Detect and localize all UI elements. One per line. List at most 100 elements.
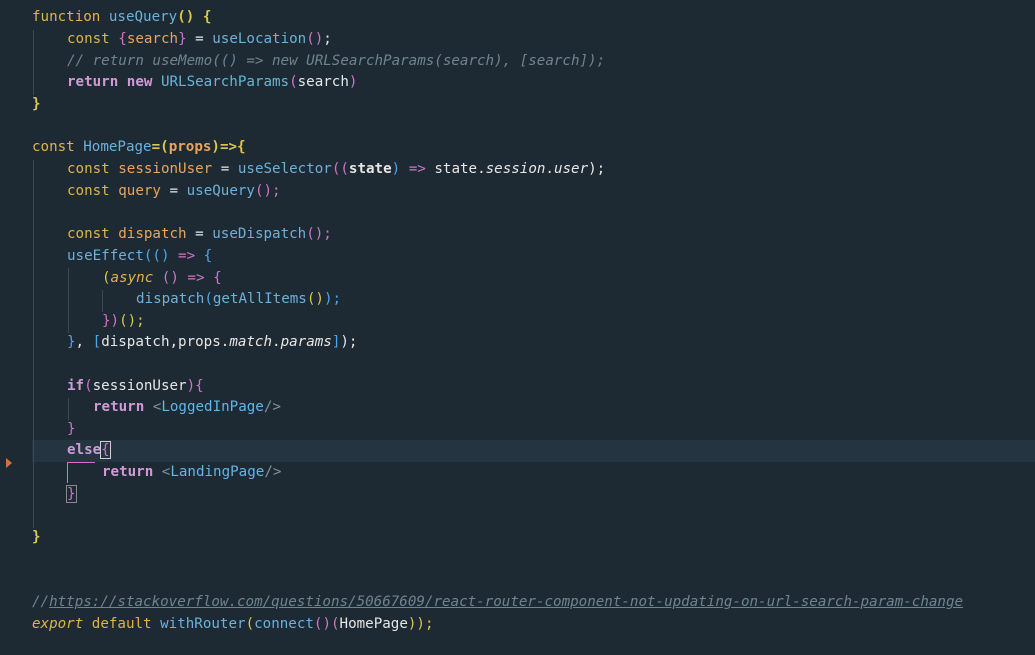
property: user [553,161,589,177]
code-line[interactable]: } [32,94,41,116]
property: params [280,334,332,350]
brace: } [67,334,76,350]
code-line[interactable]: const dispatch = useDispatch(); [67,224,332,246]
code-editor[interactable]: function useQuery() { const {search} = u… [0,0,1035,655]
argument: props [168,139,212,155]
keyword: default [91,616,152,632]
current-line-highlight [32,440,1035,462]
breakpoint-arrow-icon[interactable] [6,458,12,468]
jsx-tag: LandingPage [170,464,265,480]
keyword: function [32,9,101,25]
paren: () [153,270,179,286]
keyword: new [126,74,153,90]
function-call: connect [254,616,314,632]
object: state. [434,161,486,177]
comma: , [75,334,93,350]
paren: () [306,31,324,47]
arrow: => [400,161,435,177]
code-line[interactable]: })(); [102,311,145,333]
keyword: else [67,442,102,458]
paren: ( [289,74,298,90]
keyword: const [32,139,75,155]
paren: ) [391,161,401,177]
dependency-list: dispatch,props. [101,334,230,350]
component-name: HomePage [83,139,152,155]
code-line[interactable]: return <LandingPage/> [102,462,281,484]
code-line[interactable]: //https://stackoverflow.com/questions/50… [32,592,963,614]
paren: ) [348,74,358,90]
code-line[interactable]: const sessionUser = useSelector((state) … [67,159,605,181]
operator: = [160,183,187,199]
brace: { [100,441,111,459]
paren: (); [306,226,332,242]
argument: state [348,161,392,177]
code-line[interactable]: } [66,484,77,506]
brace: } [32,96,41,112]
brace: { [213,270,222,286]
dot: . [272,334,281,350]
keyword: return [67,74,119,90]
indent-guide [68,398,69,420]
paren: ( [204,291,213,307]
code-line[interactable]: } [32,527,41,549]
brace: { [118,31,127,47]
paren: (); [119,313,145,329]
semicolon: ); [340,334,358,350]
code-line[interactable]: const {search} = useLocation(); [67,29,332,51]
paren: (( [331,161,349,177]
code-line[interactable]: useEffect(() => { [67,246,212,268]
brace: }) [102,313,120,329]
brace: { [203,248,213,264]
property: match [229,334,273,350]
dot: . [545,161,554,177]
keyword: const [67,226,110,242]
keyword: return [102,464,154,480]
arrow: => [178,270,214,286]
brace: ){ [186,378,204,394]
function-call: withRouter [160,616,246,632]
paren: () [306,291,324,307]
code-line[interactable]: // return useMemo(() => new URLSearchPar… [67,51,605,73]
operator: = [186,226,213,242]
keyword: const [67,183,110,199]
jsx-bracket: /> [263,399,281,415]
arrow: => [169,248,204,264]
function-call: getAllItems [212,291,307,307]
code-line[interactable]: return <LoggedInPage/> [93,397,281,419]
code-line[interactable]: const query = useQuery(); [67,181,281,203]
code-line[interactable]: const HomePage=(props)=>{ [32,137,246,159]
arrow: )=>{ [211,139,246,155]
function-call: useEffect [67,248,144,264]
brace: } [178,31,187,47]
paren: )); [407,616,434,632]
paren: (); [254,183,281,199]
bracket: [ [92,334,102,350]
indent-guide [102,290,103,312]
code-line[interactable]: } [67,419,76,441]
argument: HomePage [339,616,408,632]
paren: ( [84,378,93,394]
comment-link[interactable]: https://stackoverflow.com/questions/5066… [49,594,963,610]
code-line[interactable]: }, [dispatch,props.match.params]); [67,332,357,354]
brace: } [66,485,77,503]
code-line[interactable]: (async () => { [102,268,222,290]
code-line[interactable]: else{ [67,440,111,462]
keyword: async [110,270,154,286]
paren: () [313,616,331,632]
function-call: useLocation [212,31,307,47]
code-line[interactable]: export default withRouter(connect()(Home… [32,614,434,636]
function-call: useSelector [237,161,332,177]
code-line[interactable]: dispatch(getAllItems()); [136,289,341,311]
keyword: const [67,31,110,47]
code-line[interactable]: if(sessionUser){ [67,376,204,398]
indent-guide [33,160,34,528]
argument: sessionUser [92,378,187,394]
comment: // [32,594,50,610]
brace: } [32,529,41,545]
code-line[interactable]: return new URLSearchParams(search) [67,72,357,94]
variable: sessionUser [118,161,213,177]
keyword: if [67,378,85,394]
code-line[interactable]: function useQuery() { [32,7,211,29]
bracket-match-indicator [67,462,95,463]
keyword: const [67,161,110,177]
